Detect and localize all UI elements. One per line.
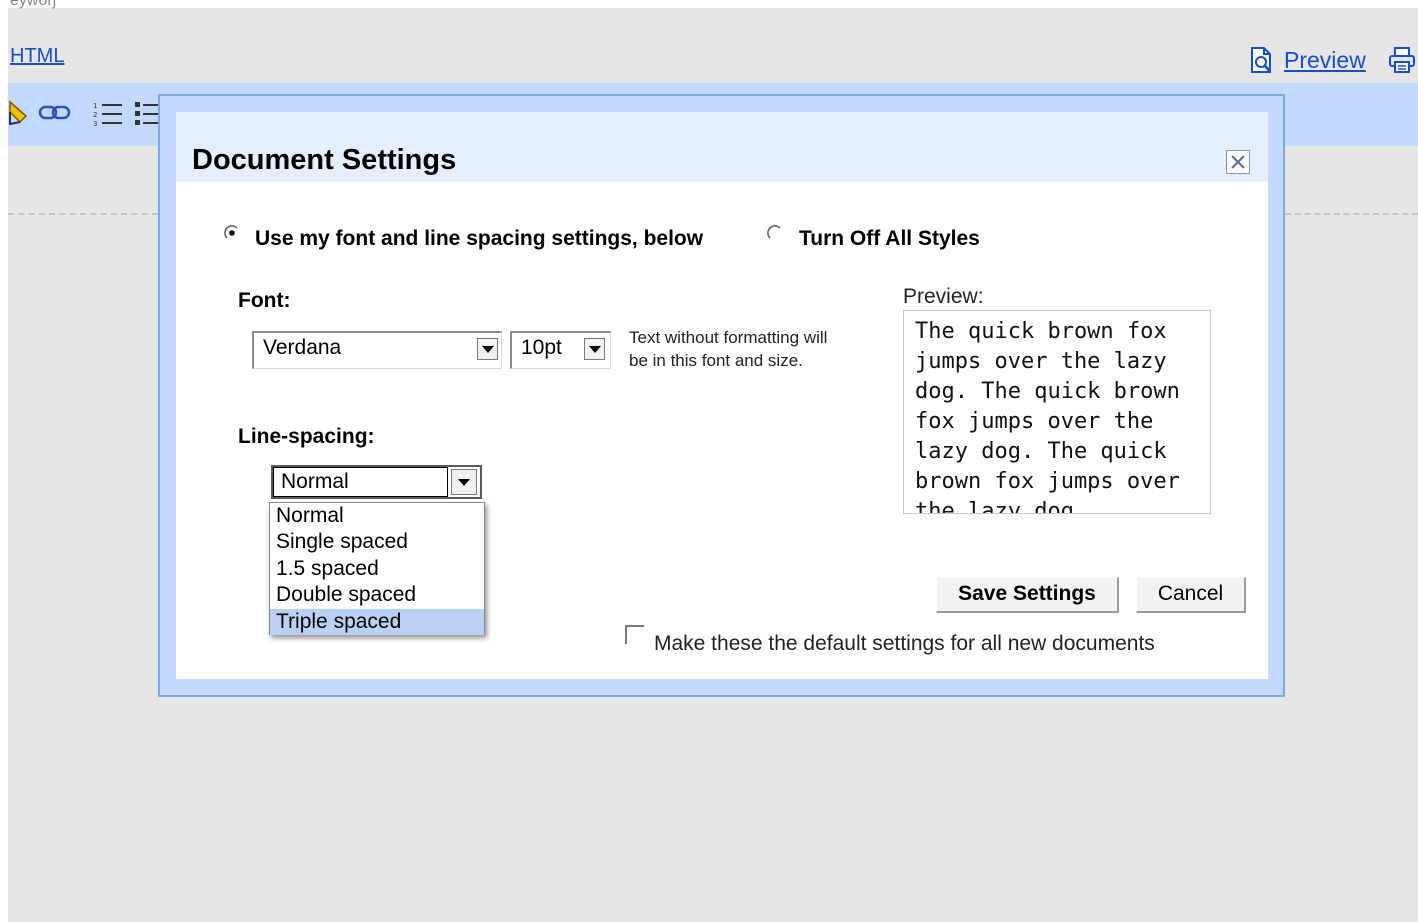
- font-label: Font:: [238, 289, 291, 312]
- line-spacing-dropdown: Normal Single spaced 1.5 spaced Double s…: [269, 502, 485, 635]
- option-double-spaced[interactable]: Double spaced: [270, 582, 484, 608]
- size-select[interactable]: 10pt: [510, 331, 611, 369]
- print-icon[interactable]: [1388, 46, 1416, 74]
- save-settings-button[interactable]: Save Settings: [936, 577, 1119, 613]
- preview-text: The quick brown fox jumps over the lazy …: [915, 319, 1180, 514]
- cancel-button[interactable]: Cancel: [1136, 577, 1246, 613]
- radio-turn-off-styles-label: Turn Off All Styles: [799, 227, 980, 250]
- radio-use-settings-label: Use my font and line spacing settings, b…: [255, 227, 704, 250]
- default-settings-checkbox[interactable]: [625, 625, 644, 644]
- close-icon: [1231, 155, 1245, 169]
- radio-turn-off-styles[interactable]: [767, 225, 783, 241]
- page-divider-left: [8, 213, 158, 215]
- line-spacing-select[interactable]: Normal: [271, 465, 482, 499]
- font-select[interactable]: Verdana: [252, 331, 502, 369]
- link-icon[interactable]: [38, 104, 72, 122]
- preview-link[interactable]: Preview: [1248, 45, 1366, 75]
- dialog-title: Document Settings: [192, 144, 457, 176]
- chevron-down-icon: [451, 469, 477, 495]
- line-spacing-label: Line-spacing:: [238, 425, 375, 448]
- font-select-value: Verdana: [263, 336, 342, 359]
- svg-text:2: 2: [93, 111, 97, 119]
- option-triple-spaced[interactable]: Triple spaced: [270, 608, 484, 635]
- font-note: Text without formatting will be in this …: [629, 326, 827, 372]
- numbered-list-icon[interactable]: 1 2 3: [92, 100, 124, 128]
- preview-link-label: Preview: [1284, 46, 1366, 73]
- option-normal[interactable]: Normal: [270, 503, 484, 529]
- preview-box: The quick brown fox jumps over the lazy …: [903, 310, 1211, 514]
- preview-label: Preview:: [903, 285, 984, 308]
- left-strip: [0, 0, 8, 922]
- option-one-and-half-spaced[interactable]: 1.5 spaced: [270, 556, 484, 582]
- size-select-value: 10pt: [521, 336, 562, 359]
- close-button[interactable]: [1226, 150, 1250, 174]
- option-single-spaced[interactable]: Single spaced: [270, 529, 484, 555]
- font-note-line1: Text without formatting will: [629, 328, 828, 347]
- html-link[interactable]: HTML: [10, 45, 64, 68]
- radio-use-settings[interactable]: [224, 225, 240, 241]
- doc-title-cut: eyworj: [10, 0, 57, 9]
- highlight-icon[interactable]: [8, 98, 32, 128]
- document-settings-dialog: Document Settings Use my font and line s…: [158, 94, 1285, 697]
- top-strip: [0, 0, 1418, 8]
- default-settings-label: Make these the default settings for all …: [654, 632, 1155, 655]
- bullet-list-icon[interactable]: [134, 100, 158, 128]
- line-spacing-value: Normal: [273, 467, 448, 497]
- page-divider-right: [1285, 213, 1418, 215]
- svg-text:1: 1: [93, 102, 97, 110]
- font-note-line2: be in this font and size.: [629, 351, 803, 370]
- chevron-down-icon: [584, 338, 605, 360]
- dialog-body: Document Settings Use my font and line s…: [176, 112, 1268, 679]
- svg-text:3: 3: [93, 120, 97, 128]
- preview-icon: [1251, 47, 1272, 73]
- chevron-down-icon: [477, 338, 498, 360]
